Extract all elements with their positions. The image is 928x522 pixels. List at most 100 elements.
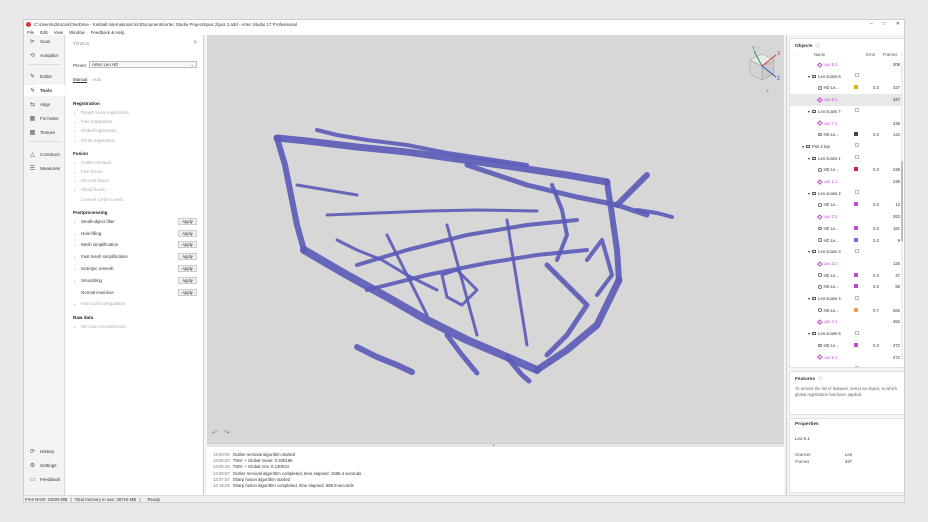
nav-align[interactable]: ⇆ Align xyxy=(24,99,65,110)
tool-row[interactable]: ⌄ Smoothing Apply xyxy=(73,276,197,284)
tool-row[interactable]: ⌄ Fast scan triangulation xyxy=(73,300,197,307)
tree-item-row[interactable]: HD Le... 0.3 228 xyxy=(790,164,902,176)
tree-folder-row[interactable]: ▾ Leo scans 3 xyxy=(790,246,902,258)
color-swatch[interactable] xyxy=(854,225,858,230)
tree-item-row[interactable]: HD Le... 0.4 122 xyxy=(790,129,902,141)
expand-arrow-icon[interactable]: ▾ xyxy=(808,331,810,336)
tree-item-row[interactable]: Leo 2.1 263 xyxy=(790,211,902,223)
back-arrow-icon[interactable]: ← xyxy=(793,52,797,57)
nav-texture[interactable]: ▩ Texture xyxy=(24,127,65,138)
undo-icon[interactable]: ↶ xyxy=(212,429,218,437)
visibility-checkbox[interactable] xyxy=(855,365,859,367)
expand-arrow-icon[interactable]: ▾ xyxy=(808,191,810,196)
tree-item-row[interactable]: HD Le... 0.3 161 xyxy=(790,223,902,235)
nav-scan[interactable]: ⊳ Scan xyxy=(24,36,65,47)
close-window-button[interactable]: ✕ xyxy=(896,21,900,27)
tool-row[interactable]: ⌄ Fast fusion xyxy=(73,168,197,175)
menu-file[interactable]: File xyxy=(27,30,34,35)
tree-folder-row[interactable]: ▾ Leo scans 4 xyxy=(790,293,902,305)
tree-item-row[interactable]: Leo 4.1 262 xyxy=(790,316,902,328)
color-swatch[interactable] xyxy=(854,237,858,242)
tool-row[interactable]: ⌄ Smooth fusion xyxy=(73,177,197,184)
tool-row[interactable]: ⌄ Small-object filter Apply xyxy=(73,217,197,225)
tool-row[interactable]: ⌄ Isotropic remesh Apply xyxy=(73,265,197,272)
nav-tools[interactable]: ϟ Tools xyxy=(24,85,65,96)
redo-icon[interactable]: ↷ xyxy=(224,429,230,437)
expand-arrow-icon[interactable]: ▾ xyxy=(808,366,810,367)
preset-select[interactable]: Artec Leo HD ⌄ xyxy=(89,61,197,68)
tool-row[interactable]: ⌄ Global registration xyxy=(73,127,197,134)
expand-arrow-icon[interactable]: ▾ xyxy=(802,144,804,149)
tree-item-row[interactable]: Leo 7.1 236 xyxy=(790,118,902,130)
info-icon[interactable]: ⓘ xyxy=(816,44,821,49)
tree-item-row[interactable]: HD Le... 0.7 262 xyxy=(790,305,902,317)
visibility-checkbox[interactable] xyxy=(855,143,859,148)
visibility-checkbox[interactable] xyxy=(855,190,859,195)
info-icon[interactable]: ⓘ xyxy=(818,377,823,382)
tree-item-row[interactable]: HD Le... 0.3 12 xyxy=(790,199,902,211)
sort-arrow-icon[interactable]: ↑ xyxy=(901,52,903,57)
tool-row[interactable]: ⌄ Outlier removal xyxy=(73,159,197,166)
nav-autopilot[interactable]: ⟲ Autopilot xyxy=(24,50,65,61)
tree-item-row[interactable]: Leo 5.1 308 xyxy=(790,59,902,71)
tool-row[interactable]: Normal inversion Apply xyxy=(73,288,197,296)
visibility-checkbox[interactable] xyxy=(855,330,859,335)
color-swatch[interactable] xyxy=(854,202,858,207)
nav-construct[interactable]: △ Construct xyxy=(24,149,65,160)
color-swatch[interactable] xyxy=(854,342,858,347)
apply-button[interactable]: Apply xyxy=(178,253,197,261)
expand-arrow-icon[interactable]: ▾ xyxy=(808,156,810,161)
tree-item-row[interactable]: Leo 1.1 228 xyxy=(790,176,902,188)
tree-item-row[interactable]: HD Le... 0.2 9 xyxy=(790,235,902,247)
color-swatch[interactable] xyxy=(854,132,858,137)
nav-measures[interactable]: ☰ Measures xyxy=(24,163,65,174)
tree-folder-row[interactable]: ▾ Leo scans 5 xyxy=(790,328,902,340)
tree-item-row[interactable]: Leo 3.1 125 xyxy=(790,258,902,270)
apply-button[interactable]: Apply xyxy=(178,241,197,249)
visibility-checkbox[interactable] xyxy=(855,295,859,300)
tree-folder-row[interactable]: ▾ Pos 2 top xyxy=(790,141,902,153)
tree-folder-row[interactable]: ▾ Leo scans 7 xyxy=(790,106,902,118)
tree-folder-row[interactable]: ▾ Leo scans 2 xyxy=(790,188,902,200)
tool-row[interactable]: ⌄ Rough serial registration xyxy=(73,109,197,116)
tab-auto[interactable]: Auto xyxy=(92,77,101,83)
close-icon[interactable]: × xyxy=(193,40,197,46)
tool-row[interactable]: ⌄ Photo registration xyxy=(73,137,197,144)
tool-row[interactable]: ⌄ Mesh simplification Apply xyxy=(73,241,197,249)
menu-feedback-help[interactable]: Feedback & Help xyxy=(91,30,125,35)
col-frames[interactable]: Frames xyxy=(883,52,897,57)
color-swatch[interactable] xyxy=(854,284,858,289)
tree-folder-row[interactable]: ▾ Leo scans 6 xyxy=(790,71,902,83)
objects-scrollbar[interactable] xyxy=(901,61,903,361)
color-swatch[interactable] xyxy=(854,85,858,90)
tree-folder-row[interactable]: ▾ Leo scans 6 xyxy=(790,363,902,367)
menu-edit[interactable]: Edit xyxy=(40,30,48,35)
apply-button[interactable]: Apply xyxy=(178,217,197,225)
tree-item-row[interactable]: HD Le... 0.3 327 xyxy=(790,82,902,94)
color-swatch[interactable] xyxy=(854,167,858,172)
tree-item-row[interactable]: HD Le... 0.3 272 xyxy=(790,340,902,352)
visibility-checkbox[interactable] xyxy=(855,73,859,78)
tool-row[interactable]: ⌄ Fine registration xyxy=(73,118,197,125)
tool-row[interactable]: ⌄ HD scan reconstruction xyxy=(73,323,197,330)
visibility-checkbox[interactable] xyxy=(855,248,859,253)
tree-item-row[interactable]: Leo 6.1 327 xyxy=(790,94,902,106)
expand-arrow-icon[interactable]: ▾ xyxy=(808,296,810,301)
color-swatch[interactable] xyxy=(854,272,858,277)
3d-viewport[interactable]: Y X Z ⤢ ✦ ↶ ↷ xyxy=(207,35,784,443)
expand-arrow-icon[interactable]: ▾ xyxy=(808,249,810,254)
menu-view[interactable]: View xyxy=(54,30,63,35)
expand-arrow-icon[interactable]: ▾ xyxy=(808,109,810,114)
apply-button[interactable]: Apply xyxy=(178,276,197,284)
maximize-button[interactable]: □ xyxy=(883,21,886,27)
nav-history[interactable]: ⟳ History xyxy=(24,446,65,457)
minimize-button[interactable]: – xyxy=(870,21,873,27)
expand-arrow-icon[interactable]: ▾ xyxy=(808,74,810,79)
apply-button[interactable]: Apply xyxy=(178,229,197,237)
col-error[interactable]: Error xyxy=(866,52,875,57)
tool-row[interactable]: Convert CAD to mesh xyxy=(73,196,197,203)
nav-feedback[interactable]: ▭ Feedback xyxy=(24,474,65,485)
tree-item-row[interactable]: HD Le... 0.3 37 xyxy=(790,270,902,282)
visibility-checkbox[interactable] xyxy=(855,155,859,160)
tree-item-row[interactable]: Leo 5.1 272 xyxy=(790,352,902,364)
